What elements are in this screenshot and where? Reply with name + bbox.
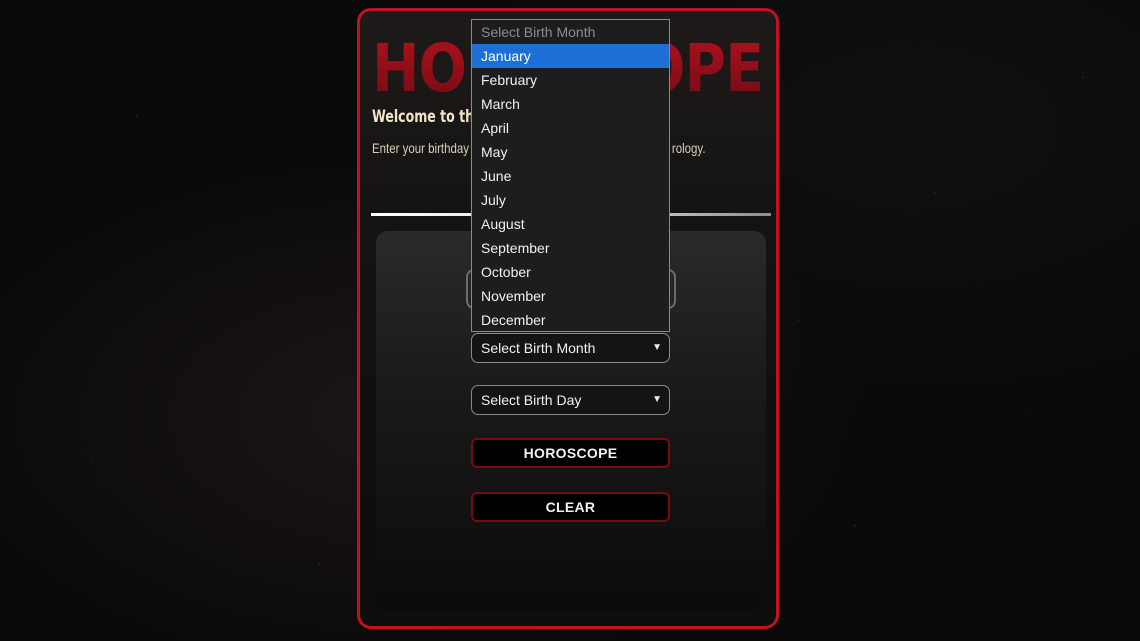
dropdown-option-february[interactable]: February (472, 68, 669, 92)
birth-month-select-label: Select Birth Month (481, 340, 596, 356)
dropdown-option-january[interactable]: January (472, 44, 669, 68)
dropdown-option-june[interactable]: June (472, 164, 669, 188)
dropdown-option-september[interactable]: September (472, 236, 669, 260)
birth-month-select[interactable]: Select Birth Month ▼ (471, 333, 670, 363)
dropdown-option-april[interactable]: April (472, 116, 669, 140)
welcome-heading: Welcome to the (372, 107, 483, 127)
dropdown-option-may[interactable]: May (472, 140, 669, 164)
dropdown-option-placeholder: Select Birth Month (481, 24, 596, 40)
dropdown-option-october[interactable]: October (472, 260, 669, 284)
chevron-down-icon: ▼ (652, 342, 662, 353)
dropdown-option-march[interactable]: March (472, 92, 669, 116)
birth-day-select[interactable]: Select Birth Day ▼ (471, 385, 670, 415)
dropdown-option-august[interactable]: August (472, 212, 669, 236)
horoscope-button[interactable]: HOROSCOPE (471, 438, 670, 468)
dropdown-option-december[interactable]: December (472, 308, 669, 332)
clear-button[interactable]: CLEAR (471, 492, 670, 522)
birth-day-select-label: Select Birth Day (481, 392, 582, 408)
chevron-down-icon: ▼ (652, 394, 662, 405)
dropdown-option-november[interactable]: November (472, 284, 669, 308)
month-dropdown-list[interactable]: Select Birth Month January February Marc… (471, 19, 670, 332)
dropdown-option-july[interactable]: July (472, 188, 669, 212)
